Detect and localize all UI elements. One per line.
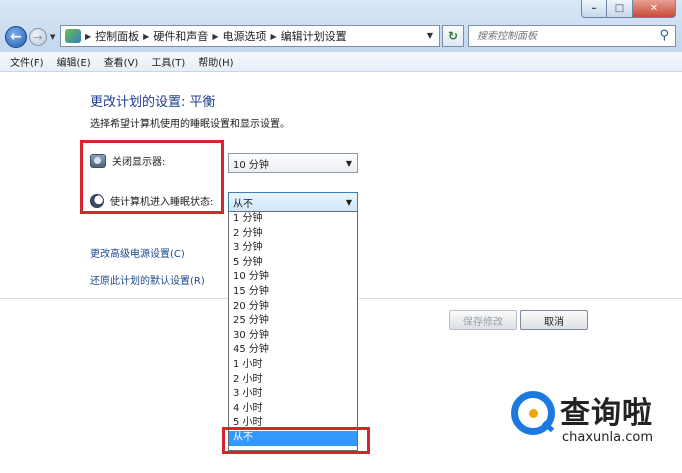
save-changes-button[interactable]: 保存修改 [449,310,517,330]
dropdown-option[interactable]: 45 分钟 [229,343,357,358]
advanced-power-settings-link[interactable]: 更改高级电源设置(C) [90,245,185,260]
display-off-label: 关闭显示器: [112,157,166,168]
chevron-down-icon: ▼ [345,198,352,207]
breadcrumb-item[interactable]: 硬件和声音 [153,28,208,44]
close-button[interactable]: ✕ [633,0,676,18]
sleep-moon-icon [90,193,104,208]
dropdown-option[interactable]: 1 小时 [229,358,357,373]
breadcrumb-item[interactable]: 控制面板 [95,28,139,44]
dropdown-option[interactable]: 10 分钟 [229,270,357,285]
restore-defaults-link[interactable]: 还原此计划的默认设置(R) [90,272,205,287]
dropdown-option[interactable]: 4 小时 [229,402,357,417]
dropdown-option[interactable]: 从不 [229,430,357,446]
menu-help[interactable]: 帮助(H) [198,54,233,69]
minimize-button[interactable]: – [581,0,607,18]
dropdown-option[interactable]: 25 分钟 [229,314,357,329]
chevron-down-icon: ▼ [345,159,352,168]
chevron-right-icon[interactable]: ▶ [212,32,218,41]
menu-view[interactable]: 查看(V) [104,54,139,69]
cancel-button[interactable]: 取消 [520,310,588,330]
watermark-text: 查询啦 [560,396,653,431]
chevron-right-icon[interactable]: ▶ [143,32,149,41]
window-controls: – □ ✕ [581,0,676,18]
chevron-right-icon[interactable]: ▶ [270,32,276,41]
menu-bar: 文件(F) 编辑(E) 查看(V) 工具(T) 帮助(H) [0,52,682,72]
sleep-select[interactable]: 从不 ▼ [228,192,358,212]
address-bar[interactable]: ▶ 控制面板 ▶ 硬件和声音 ▶ 电源选项 ▶ 编辑计划设置 ▼ [60,25,440,47]
refresh-icon: ↻ [447,29,459,43]
arrow-right-icon: → [33,30,43,44]
recent-pages-dropdown[interactable]: ▼ [50,33,55,41]
dropdown-option[interactable]: 1 分钟 [229,212,357,227]
search-input[interactable] [469,26,653,46]
setting-display-off: 关闭显示器: [90,153,165,168]
display-off-value: 10 分钟 [233,159,269,171]
refresh-button[interactable]: ↻ [442,25,464,47]
chevron-down-icon[interactable]: ▼ [427,31,433,40]
display-off-select[interactable]: 10 分钟 ▼ [228,153,358,173]
page-title: 更改计划的设置: 平衡 [90,95,216,110]
back-button[interactable]: ← [5,26,27,48]
dropdown-option[interactable]: 5 小时 [229,416,357,431]
dropdown-option[interactable]: 30 分钟 [229,329,357,344]
dropdown-option[interactable]: 3 分钟 [229,241,357,256]
search-icon[interactable]: ⚲ [659,28,669,43]
page-subtitle: 选择希望计算机使用的睡眠设置和显示设置。 [90,119,290,130]
dropdown-option[interactable]: 20 分钟 [229,300,357,315]
forward-button[interactable]: → [29,28,47,46]
breadcrumb-item[interactable]: 编辑计划设置 [281,28,347,44]
dropdown-option[interactable]: 15 分钟 [229,285,357,300]
maximize-button[interactable]: □ [607,0,633,18]
watermark-url: chaxunla.com [562,430,653,445]
search-box[interactable]: ⚲ [468,25,676,47]
chevron-right-icon[interactable]: ▶ [85,32,91,41]
window-titlebar: – □ ✕ ← → ▼ ▶ 控制面板 ▶ 硬件和声音 ▶ 电源选项 ▶ 编辑计划… [0,0,682,52]
dropdown-option[interactable]: 3 小时 [229,387,357,402]
menu-file[interactable]: 文件(F) [10,54,44,69]
breadcrumb-item[interactable]: 电源选项 [222,28,266,44]
dropdown-option[interactable]: 5 分钟 [229,256,357,271]
menu-edit[interactable]: 编辑(E) [57,54,91,69]
dropdown-option[interactable]: 2 分钟 [229,227,357,242]
sleep-value: 从不 [233,198,253,210]
monitor-icon [90,153,106,168]
arrow-left-icon: ← [10,29,22,45]
sleep-options-list[interactable]: 1 分钟 2 分钟 3 分钟 5 分钟 10 分钟 15 分钟 20 分钟 25 分钟 30 分… [228,211,358,451]
setting-sleep: 使计算机进入睡眠状态: [90,193,213,208]
menu-tools[interactable]: 工具(T) [151,54,185,69]
control-panel-icon [65,29,81,43]
sleep-label: 使计算机进入睡眠状态: [110,197,214,208]
dropdown-option[interactable]: 2 小时 [229,373,357,388]
